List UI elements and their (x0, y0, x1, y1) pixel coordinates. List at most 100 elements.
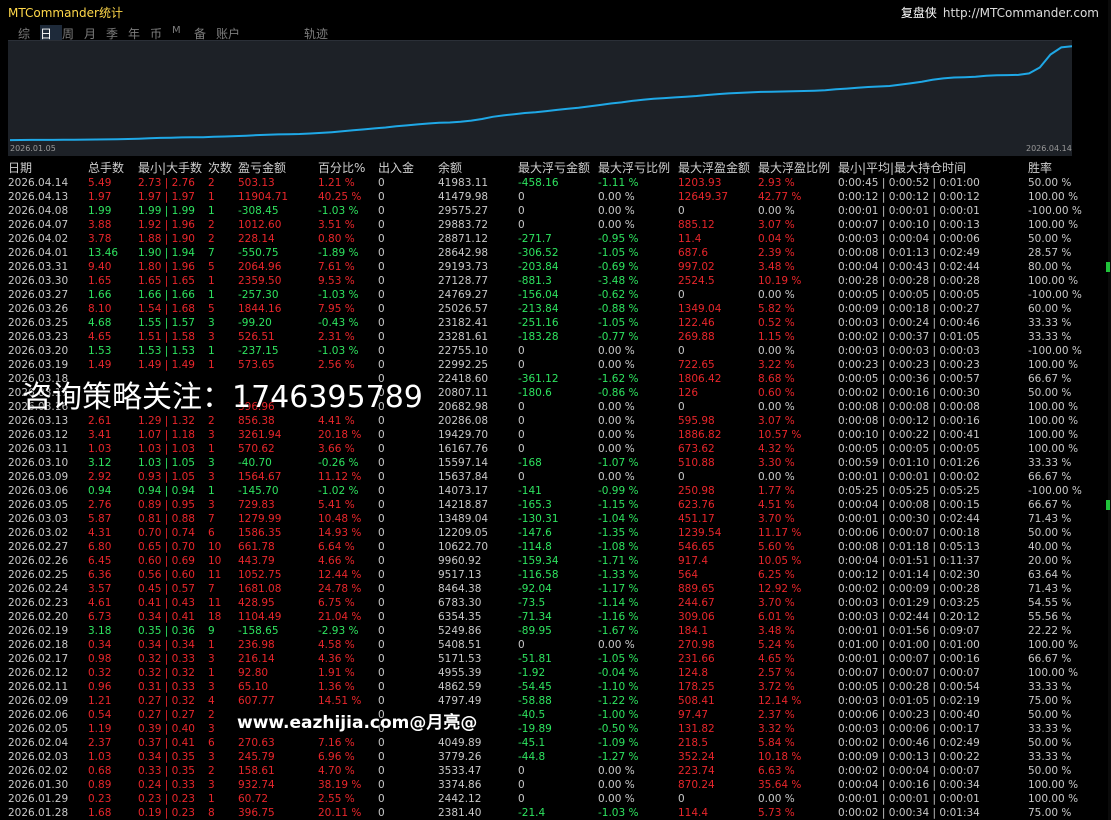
table-row[interactable]: 2026.02.27 6.80 0.65 | 0.70 10 661.78 6.64 % 0… (8, 540, 1088, 554)
table-cell: 1052.75 (238, 569, 282, 581)
tab-m[interactable]: M (172, 25, 194, 41)
column-header[interactable]: 最大浮盈金额 (678, 159, 758, 176)
table-row[interactable]: 2026.03.13 2.61 1.29 | 1.32 2 856.38 4.41 % 0 2… (8, 414, 1088, 428)
table-row[interactable]: 2026.02.09 1.21 0.27 | 0.32 4 607.77 14.51 % 0… (8, 694, 1088, 708)
table-cell: 0:00:03 | 0:01:29 | 0:03:25 (838, 597, 980, 609)
tab-day[interactable]: 日 (40, 25, 62, 41)
table-row[interactable]: 2026.04.08 1.99 1.99 | 1.99 1 -308.45 -1.03 %… (8, 204, 1088, 218)
tab-month[interactable]: 月 (84, 25, 106, 41)
table-cell: -1.35 % (598, 527, 639, 539)
tab-week[interactable]: 周 (62, 25, 84, 41)
table-row[interactable]: 2026.02.11 0.96 0.31 | 0.33 3 65.10 1.36 % 0 48… (8, 680, 1088, 694)
table-cell: 50.00 % (1028, 765, 1072, 777)
table-row[interactable]: 2026.03.20 1.53 1.53 | 1.53 1 -237.15 -1.03 %… (8, 344, 1088, 358)
table-cell: 1.80 | 1.96 (138, 261, 195, 273)
table-row[interactable]: 2026.03.11 1.03 1.03 | 1.03 1 570.62 3.66 % 0 1… (8, 442, 1088, 456)
table-row[interactable]: 2026.02.25 6.36 0.56 | 0.60 11 1052.75 12.44 … (8, 568, 1088, 582)
column-header[interactable]: 出入金 (378, 159, 438, 176)
table-row[interactable]: 2026.03.03 5.87 0.81 | 0.88 7 1279.99 10.48 %… (8, 512, 1088, 526)
table-cell: 50.00 % (1028, 737, 1072, 749)
table-row[interactable]: 2026.02.12 0.32 0.32 | 0.32 1 92.80 1.91 % 0 49… (8, 666, 1088, 680)
table-cell: 270.63 (238, 737, 275, 749)
column-header[interactable]: 百分比% (318, 159, 378, 176)
table-cell: 2 (208, 765, 215, 777)
table-row[interactable]: 2026.03.27 1.66 1.66 | 1.66 1 -257.30 -1.03 %… (8, 288, 1088, 302)
table-row[interactable]: 2026.02.26 6.45 0.60 | 0.69 10 443.79 4.66 % 0… (8, 554, 1088, 568)
table-row[interactable]: 2026.03.02 4.31 0.70 | 0.74 6 1586.35 14.93 %… (8, 526, 1088, 540)
table-cell: 2026.01.30 (8, 779, 69, 791)
tab-trajectory[interactable]: 轨迹 (304, 25, 344, 41)
table-cell: 28.57 % (1028, 247, 1072, 259)
table-cell: 508.41 (678, 695, 715, 707)
tab-account[interactable]: 账户 (216, 25, 256, 41)
table-cell: 1 (208, 205, 215, 217)
table-row[interactable]: 2026.03.30 1.65 1.65 | 1.65 1 2359.50 9.53 % 0… (8, 274, 1088, 288)
table-cell: 7.16 % (318, 737, 355, 749)
tab-year[interactable]: 年 (128, 25, 150, 41)
table-row[interactable]: 2026.03.12 3.41 1.07 | 1.18 3 3261.94 20.18 %… (8, 428, 1088, 442)
column-header[interactable]: 最小|平均|最大持仓时间 (838, 159, 1028, 176)
column-header[interactable]: 次数 (208, 159, 238, 176)
table-row[interactable]: 2026.03.26 8.10 1.54 | 1.68 5 1844.16 7.95 % 0… (8, 302, 1088, 316)
column-header[interactable]: 余额 (438, 159, 518, 176)
table-cell: 1.53 (88, 345, 112, 357)
table-row[interactable]: 2026.04.02 3.78 1.88 | 1.90 2 228.14 0.80 % 0 2… (8, 232, 1088, 246)
table-row[interactable]: 2026.01.28 1.68 0.19 | 0.23 8 396.75 20.11 % 0… (8, 806, 1088, 820)
tab-currency[interactable]: 币 (150, 25, 172, 41)
table-row[interactable]: 2026.01.29 0.23 0.23 | 0.23 1 60.72 2.55 % 0 24… (8, 792, 1088, 806)
column-header[interactable]: 总手数 (88, 159, 138, 176)
column-header[interactable]: 最大浮盈比例 (758, 159, 838, 176)
table-row[interactable]: 2026.02.24 3.57 0.45 | 0.57 7 1681.08 24.78 %… (8, 582, 1088, 596)
column-header[interactable]: 日期 (8, 159, 88, 176)
table-cell: 0.00 % (598, 793, 635, 805)
table-row[interactable]: 2026.04.07 3.88 1.92 | 1.96 2 1012.60 3.51 % 0… (8, 218, 1088, 232)
table-row[interactable]: 2026.02.20 6.73 0.34 | 0.41 18 1104.49 21.04 … (8, 610, 1088, 624)
table-row[interactable]: 2026.03.23 4.65 1.51 | 1.58 3 526.51 2.31 % 0 2… (8, 330, 1088, 344)
table-cell: 889.65 (678, 583, 715, 595)
table-cell: -1.08 % (598, 541, 639, 553)
table-row[interactable]: 2026.04.14 5.49 2.73 | 2.76 2 503.13 1.21 % 0 4… (8, 176, 1088, 190)
table-cell: 75.00 % (1028, 807, 1072, 819)
table-row[interactable]: 2026.02.19 3.18 0.35 | 0.36 9 -158.65 -2.93 %… (8, 624, 1088, 638)
table-row[interactable]: 2026.02.18 0.34 0.34 | 0.34 1 236.98 4.58 % 0 5… (8, 638, 1088, 652)
table-row[interactable]: 2026.03.25 4.68 1.55 | 1.57 3 -99.20 -0.43 % 0… (8, 316, 1088, 330)
table-cell: 14.93 % (318, 527, 362, 539)
table-cell: 1 (208, 443, 215, 455)
brand[interactable]: 复盘侠 http://MTCommander.com (901, 4, 1099, 21)
tab-quarter[interactable]: 季 (106, 25, 128, 41)
table-row[interactable]: 2026.04.13 1.97 1.97 | 1.97 1 11904.71 40.25 … (8, 190, 1088, 204)
table-row[interactable]: 2026.02.17 0.98 0.32 | 0.33 3 216.14 4.36 % 0 5… (8, 652, 1088, 666)
column-header[interactable]: 胜率 (1028, 159, 1088, 176)
table-cell: -54.45 (518, 681, 552, 693)
table-row[interactable]: 2026.03.06 0.94 0.94 | 0.94 1 -145.70 -1.02 %… (8, 484, 1088, 498)
table-cell: 60.72 (238, 793, 269, 805)
table-cell: 0 (378, 317, 385, 329)
table-row[interactable]: 2026.03.31 9.40 1.80 | 1.96 5 2064.96 7.61 % 0… (8, 260, 1088, 274)
table-cell: 1 (208, 485, 215, 497)
table-row[interactable]: 2026.02.03 1.03 0.34 | 0.35 3 245.79 6.96 % 0 3… (8, 750, 1088, 764)
table-row[interactable]: 2026.02.23 4.61 0.41 | 0.43 11 428.95 6.75 % 0… (8, 596, 1088, 610)
table-row[interactable]: 2026.02.02 0.68 0.33 | 0.35 2 158.61 4.70 % 0 3… (8, 764, 1088, 778)
table-row[interactable]: 2026.04.01 13.46 1.90 | 1.94 7 -550.75 -1.89 … (8, 246, 1088, 260)
table-cell: -141 (518, 485, 542, 497)
table-row[interactable]: 2026.03.10 3.12 1.03 | 1.05 3 -40.70 -0.26 % 0… (8, 456, 1088, 470)
tab-notes[interactable]: 备 (194, 25, 216, 41)
column-header[interactable]: 最大浮亏金额 (518, 159, 598, 176)
table-cell: -1.17 % (598, 583, 639, 595)
brand-url[interactable]: http://MTCommander.com (943, 6, 1099, 20)
table-cell: -458.16 (518, 177, 559, 189)
table-cell: 0 (518, 429, 525, 441)
column-header[interactable]: 盈亏金额 (238, 159, 318, 176)
table-cell: 0.00 % (598, 415, 635, 427)
table-row[interactable]: 2026.02.06 0.54 0.27 | 0.27 2 0 -40.5 -1.00 % 9… (8, 708, 1088, 722)
table-row[interactable]: 2026.03.09 2.92 0.93 | 1.05 3 1564.67 11.12 %… (8, 470, 1088, 484)
tab-summary[interactable]: 综 (18, 25, 40, 41)
table-row[interactable]: 2026.03.05 2.76 0.89 | 0.95 3 729.83 5.41 % 0 1… (8, 498, 1088, 512)
table-row[interactable]: 2026.01.30 0.89 0.24 | 0.33 3 932.74 38.19 % 0… (8, 778, 1088, 792)
table-row[interactable]: 2026.02.05 1.19 0.39 | 0.40 3 0 -19.89 -0.50 %… (8, 722, 1088, 736)
column-header[interactable]: 最小|大手数 (138, 159, 208, 176)
table-row[interactable]: 2026.02.04 2.37 0.37 | 0.41 6 270.63 7.16 % 0 4… (8, 736, 1088, 750)
table-cell: 3.78 (88, 233, 112, 245)
table-row[interactable]: 2026.03.19 1.49 1.49 | 1.49 1 573.65 2.56 % 0 2… (8, 358, 1088, 372)
column-header[interactable]: 最大浮亏比例 (598, 159, 678, 176)
